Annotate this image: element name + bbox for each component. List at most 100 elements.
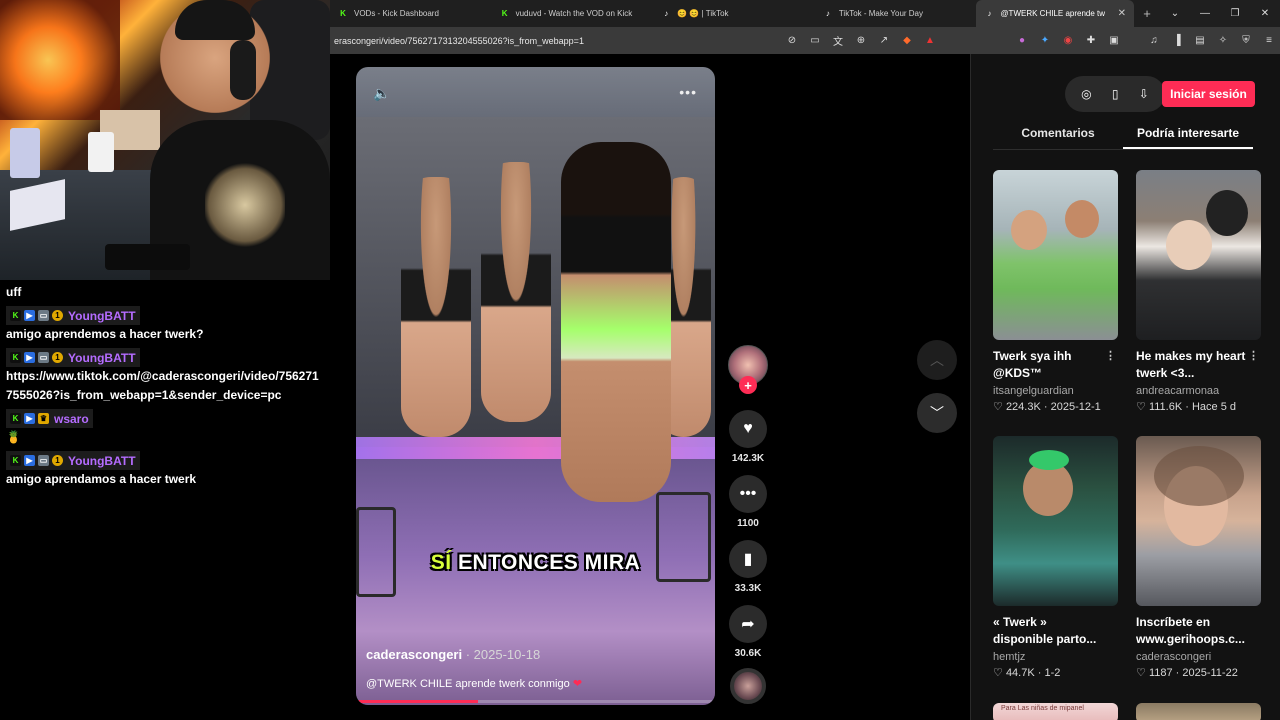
side-panel: ◎ ▯ ⇩ Iniciar sesión Comentarios Podría … (970, 54, 1280, 720)
screen: K VODs - Kick Dashboard K vuduvd - Watch… (0, 0, 1280, 720)
panel-tool-buttons: ◎ ▯ ⇩ (1065, 76, 1165, 112)
video-card-date: 2025-12-1 (1050, 401, 1101, 413)
chat-message-link[interactable]: https://www.tiktok.com/@caderascongeri/v… (6, 367, 324, 405)
music-disc-icon[interactable] (730, 668, 766, 704)
video-card[interactable]: « Twerk » disponible parto... hemtjz ♡ 4… (993, 436, 1118, 679)
chat-username[interactable]: YoungBATT (68, 309, 136, 323)
vpn-icon[interactable]: ⛨ (1239, 34, 1253, 48)
minimize-button[interactable]: — (1190, 8, 1220, 19)
heart-icon[interactable]: ♥ (729, 410, 767, 448)
video-card-title[interactable]: He makes my heart twerk <3... ⋮ (1136, 348, 1261, 382)
video-card[interactable]: Inscríbete en www.gerihoops.c... caderas… (1136, 436, 1261, 679)
close-icon[interactable]: ✕ (1118, 8, 1126, 19)
device-icon[interactable]: ▯ (1112, 87, 1119, 101)
video-thumbnail[interactable]: Para Las niñas de mipanel (993, 703, 1118, 720)
extension-icon[interactable]: ● (1015, 34, 1029, 48)
video-caption: SÍ ENTONCES MIRA (356, 551, 715, 575)
translate-icon[interactable]: 文 (831, 34, 845, 48)
chevron-down-icon[interactable]: ⌄ (1160, 8, 1190, 19)
maximize-button[interactable]: ❐ (1220, 8, 1250, 19)
ai-icon[interactable]: ✧ (1216, 34, 1230, 48)
video-card[interactable]: Para Las niñas de mipanel (993, 703, 1118, 720)
kick-icon: K (340, 9, 346, 18)
wallet-icon[interactable]: ▤ (1193, 34, 1207, 48)
gift-badge-icon: ▭ (38, 352, 49, 363)
share-count: 30.6K (734, 648, 762, 659)
chat-message: K ▶ ▭ 1 YoungBATT https://www.tiktok.com… (6, 344, 324, 405)
tiktok-icon: ♪ (987, 9, 992, 18)
like-action[interactable]: ♥ 142.3K (725, 410, 771, 464)
comment-icon[interactable]: ••• (729, 475, 767, 513)
chat-username[interactable]: wsaro (54, 412, 89, 426)
share-icon[interactable]: ↗ (877, 34, 891, 48)
tab-tiktok-1[interactable]: ♪ 😊 😊 | TikTok (653, 0, 815, 27)
puzzle-icon[interactable]: ✚ (1084, 34, 1098, 48)
video-card-user[interactable]: andreacarmonaa (1136, 385, 1261, 397)
close-window-button[interactable]: ✕ (1250, 8, 1280, 19)
extension-icon[interactable]: ◉ (1061, 34, 1075, 48)
zoom-icon[interactable]: ⊕ (854, 34, 868, 48)
share-action[interactable]: ➦ 30.6K (725, 605, 771, 659)
tab-suggested[interactable]: Podría interesarte (1123, 122, 1253, 149)
more-vertical-icon[interactable]: ⋮ (1248, 348, 1259, 365)
author-name[interactable]: caderascongeri (366, 647, 462, 662)
next-video-button[interactable]: ﹀ (917, 393, 957, 433)
no-camera-icon[interactable]: ⊘ (785, 34, 799, 48)
video-card-likes: 44.7K (1005, 667, 1035, 679)
new-tab-button[interactable]: + (1134, 6, 1160, 21)
video-thumbnail[interactable] (1136, 170, 1261, 340)
video-card[interactable]: He makes my heart twerk <3... ⋮ andreaca… (1136, 170, 1261, 413)
screenshot-icon[interactable]: ▣ (1107, 34, 1121, 48)
save-action[interactable]: ▮ 33.3K (725, 540, 771, 594)
tab-kick-dashboard[interactable]: K VODs - Kick Dashboard (330, 0, 492, 27)
chat-username[interactable]: YoungBATT (68, 351, 136, 365)
video-card-likes: 1187 (1148, 667, 1173, 679)
comment-action[interactable]: ••• 1100 (725, 475, 771, 529)
follow-plus-icon[interactable]: + (739, 376, 757, 394)
volume-icon[interactable]: 🔈 (373, 85, 390, 102)
tab-tiktok-active[interactable]: ♪ @TWERK CHILE aprende tw ✕ (976, 0, 1135, 27)
video-thumbnail[interactable] (1136, 703, 1261, 720)
more-vertical-icon[interactable]: ⋮ (1105, 348, 1116, 365)
tiktok-icon: ♪ (825, 9, 830, 18)
video-card[interactable]: Twerk sya ihh @KDS™ ⋮ itsangelguardian ♡… (993, 170, 1118, 413)
video-card-user[interactable]: itsangelguardian (993, 385, 1118, 397)
video-card-user[interactable]: caderascongeri (1136, 651, 1261, 663)
previous-video-button[interactable]: ︿ (917, 340, 957, 380)
extension-icon[interactable]: ✦ (1038, 34, 1052, 48)
video-card[interactable] (1136, 703, 1261, 720)
music-icon[interactable]: ♫ (1147, 34, 1161, 48)
video-thumbnail[interactable] (993, 170, 1118, 340)
heart-outline-icon: ♡ (1136, 401, 1146, 413)
sidebar-icon[interactable]: ▐ (1170, 34, 1184, 48)
tab-tiktok-2[interactable]: ♪ TikTok - Make Your Day (815, 0, 977, 27)
progress-fill (356, 700, 479, 703)
menu-icon[interactable]: ≡ (1262, 34, 1276, 48)
address-bar[interactable]: erascongeri/video/7562717313204555026?is… (330, 27, 1280, 54)
cast-icon[interactable]: ▭ (808, 34, 822, 48)
tab-kick-vod[interactable]: K vuduvd - Watch the VOD on Kick (492, 0, 654, 27)
video-thumbnail[interactable] (1136, 436, 1261, 606)
rewards-icon[interactable]: ▲ (923, 34, 937, 48)
bookmark-icon[interactable]: ▮ (729, 540, 767, 578)
video-author[interactable]: caderascongeri · 2025-10-18 (366, 647, 540, 662)
shield-icon[interactable]: ◆ (900, 34, 914, 48)
tab-label: 😊 😊 | TikTok (677, 9, 729, 18)
tab-comments[interactable]: Comentarios (993, 122, 1123, 149)
url-text[interactable]: erascongeri/video/7562717313204555026?is… (334, 36, 584, 46)
chat-username[interactable]: YoungBATT (68, 454, 136, 468)
login-button[interactable]: Iniciar sesión (1162, 81, 1255, 107)
video-card-title[interactable]: Inscríbete en www.gerihoops.c... (1136, 614, 1261, 648)
download-icon[interactable]: ⇩ (1139, 87, 1149, 101)
video-thumbnail[interactable] (993, 436, 1118, 606)
chat-message-text: amigo aprendamos a hacer twerk (6, 472, 197, 486)
more-icon[interactable]: ••• (679, 84, 697, 100)
video-progress-bar[interactable] (356, 700, 715, 703)
video-card-title[interactable]: Twerk sya ihh @KDS™ ⋮ (993, 348, 1118, 382)
share-arrow-icon[interactable]: ➦ (729, 605, 767, 643)
tiktok-logo-icon[interactable]: ◎ (1081, 87, 1091, 101)
window-controls: ⌄ — ❐ ✕ (1160, 8, 1280, 19)
video-card-title[interactable]: « Twerk » disponible parto... (993, 614, 1118, 648)
video-player[interactable]: 🔈 ••• SÍ ENTONCES MIRA caderascongeri · … (356, 67, 715, 705)
video-card-user[interactable]: hemtjz (993, 651, 1118, 663)
